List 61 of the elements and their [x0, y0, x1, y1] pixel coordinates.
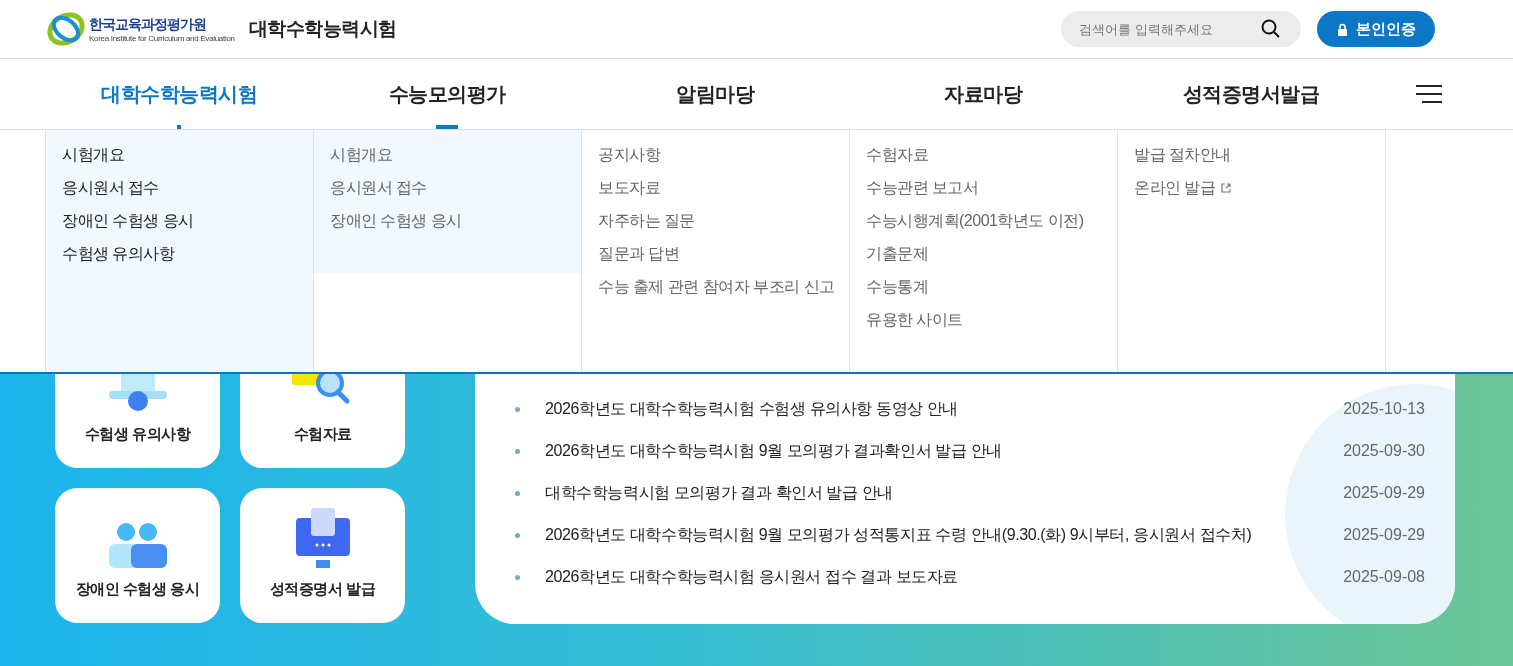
- card-label: 수험생 유의사항: [84, 425, 191, 444]
- submenu-link[interactable]: 수능 출제 관련 참여자 부조리 신고: [598, 276, 849, 298]
- nav-tab[interactable]: 대학수학능력시험: [45, 59, 313, 129]
- nav-tab[interactable]: 성적증명서발급: [1117, 59, 1385, 129]
- submenu-link[interactable]: 응시원서 접수: [62, 177, 313, 199]
- news-date: 2025-09-30: [1343, 442, 1425, 460]
- submenu-link[interactable]: 장애인 수험생 응시: [330, 210, 581, 232]
- bell-icon: [106, 374, 169, 413]
- submenu-link[interactable]: 수능시행계획(2001학년도 이전): [866, 210, 1117, 232]
- submenu-link[interactable]: 수능통계: [866, 276, 1117, 298]
- logo-icon: [45, 9, 87, 49]
- submenu-link[interactable]: 응시원서 접수: [330, 177, 581, 199]
- card-label: 수험자료: [293, 425, 352, 444]
- news-date: 2025-09-29: [1343, 484, 1425, 502]
- submenu-link[interactable]: 기출문제: [866, 243, 1117, 265]
- bullet-icon: [515, 532, 520, 538]
- auth-button[interactable]: 본인인증: [1317, 11, 1435, 47]
- bullet-icon: [515, 490, 520, 496]
- logo-name: 한국교육과정평가원: [89, 15, 207, 34]
- news-date: 2025-09-29: [1343, 526, 1425, 544]
- monitor-icon: [295, 508, 350, 568]
- submenu-link[interactable]: 공지사항: [598, 144, 849, 166]
- submenu-link[interactable]: 보도자료: [598, 177, 849, 199]
- bullet-icon: [515, 448, 520, 454]
- people-icon: [106, 522, 169, 568]
- submenu-link[interactable]: 자주하는 질문: [598, 210, 849, 232]
- menu-icon[interactable]: [1416, 85, 1442, 103]
- submenu-link[interactable]: 수험자료: [866, 144, 1117, 166]
- submenu-link[interactable]: 시험개요: [330, 144, 581, 166]
- news-link[interactable]: 2026학년도 대학수학능력시험 9월 모의평가 성적통지표 수령 안내(9.30.(화) 9시부터, 응시원서 접수처): [545, 524, 1344, 546]
- nav-tab[interactable]: 자료마당: [849, 59, 1117, 129]
- nav-tab[interactable]: 수능모의평가: [313, 59, 581, 129]
- bullet-icon: [515, 574, 520, 580]
- submenu-link[interactable]: 시험개요: [62, 144, 313, 166]
- news-link[interactable]: 2026학년도 대학수학능력시험 9월 모의평가 결과확인서 발급 안내: [545, 440, 1344, 462]
- quick-link-card[interactable]: 성적증명서 발급: [240, 488, 405, 623]
- nav-tab[interactable]: 알림마당: [581, 59, 849, 129]
- bullet-icon: [515, 406, 520, 412]
- lock-icon: [1336, 22, 1348, 36]
- search-icon[interactable]: [1261, 19, 1281, 39]
- news-date: 2025-10-13: [1343, 400, 1425, 418]
- card-label: 장애인 수험생 응시: [75, 580, 200, 599]
- external-link-icon: [1221, 183, 1232, 193]
- quick-link-card[interactable]: 수험생 유의사항: [55, 374, 220, 468]
- site-title: 대학수학능력시험: [248, 17, 397, 41]
- submenu-link[interactable]: 질문과 답변: [598, 243, 849, 265]
- submenu-link[interactable]: 수능관련 보고서: [866, 177, 1117, 199]
- submenu-link[interactable]: 온라인 발급: [1134, 177, 1385, 199]
- quick-link-card[interactable]: 수험자료: [240, 374, 405, 468]
- submenu-link[interactable]: 유용한 사이트: [866, 309, 1117, 331]
- submenu-link[interactable]: 수험생 유의사항: [62, 243, 313, 265]
- quick-link-card[interactable]: 장애인 수험생 응시: [55, 488, 220, 623]
- submenu-link[interactable]: 장애인 수험생 응시: [62, 210, 313, 232]
- news-link[interactable]: 2026학년도 대학수학능력시험 수험생 유의사항 동영상 안내: [545, 398, 1344, 420]
- logo-subtitle: Korea Institute for Curriculum and Evaluation: [89, 33, 235, 43]
- news-date: 2025-09-08: [1343, 568, 1425, 586]
- search-field[interactable]: 검색어를 입력해주세요: [1061, 11, 1301, 47]
- card-label: 성적증명서 발급: [269, 580, 376, 599]
- news-link[interactable]: 2026학년도 대학수학능력시험 응시원서 접수 결과 보도자료: [545, 566, 1344, 588]
- news-link[interactable]: 대학수학능력시험 모의평가 결과 확인서 발급 안내: [545, 482, 1344, 504]
- submenu-link[interactable]: 발급 절차안내: [1134, 144, 1385, 166]
